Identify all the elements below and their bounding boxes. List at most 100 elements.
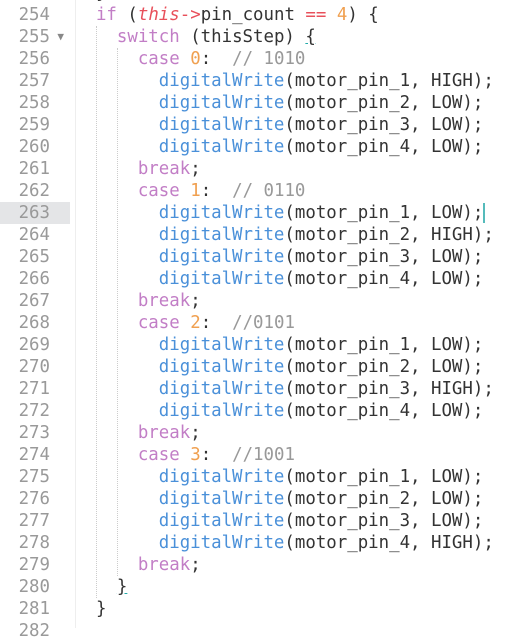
token-brk: { (305, 27, 316, 47)
token-p (75, 269, 159, 289)
code-line[interactable]: 260 digitalWrite(motor_pin_4, LOW); (0, 136, 509, 158)
code-line[interactable]: 255 ▼ switch (thisStep) { (0, 26, 509, 48)
line-number: 275 (18, 467, 50, 487)
token-fn: digitalWrite (158, 269, 285, 289)
token-p (180, 49, 190, 69)
code-text: digitalWrite(motor_pin_2, LOW); (75, 488, 484, 510)
token-fn: digitalWrite (158, 335, 285, 355)
token-fn: digitalWrite (158, 401, 285, 421)
code-line[interactable]: 257 digitalWrite(motor_pin_1, HIGH); (0, 70, 509, 92)
line-number-gutter: 254 (0, 4, 70, 26)
token-p (75, 93, 159, 113)
line-number-gutter: 280 (0, 576, 70, 598)
code-line[interactable]: 263 digitalWrite(motor_pin_1, LOW); (0, 202, 509, 224)
code-line[interactable]: 275 digitalWrite(motor_pin_1, LOW); (0, 466, 509, 488)
line-number: 262 (18, 181, 50, 201)
code-text: break; (75, 158, 201, 180)
code-line[interactable]: 271 digitalWrite(motor_pin_3, HIGH); (0, 378, 509, 400)
code-line[interactable]: 265 digitalWrite(motor_pin_3, LOW); (0, 246, 509, 268)
token-p (326, 5, 336, 25)
token-p: ) { (347, 5, 379, 25)
code-line[interactable]: 262 case 1: // 0110 (0, 180, 509, 202)
line-number-gutter: 255 ▼ (0, 26, 70, 48)
code-line[interactable]: 268 case 2: //0101 (0, 312, 509, 334)
code-line[interactable]: 267 break; (0, 290, 509, 312)
code-line[interactable]: 256 case 0: // 1010 (0, 48, 509, 70)
code-text: switch (thisStep) { (75, 26, 316, 48)
code-line[interactable]: 272 digitalWrite(motor_pin_4, LOW); (0, 400, 509, 422)
token-fn: digitalWrite (158, 115, 285, 135)
token-p (75, 335, 159, 355)
token-p (75, 71, 159, 91)
token-p (75, 291, 138, 311)
line-number: 261 (18, 159, 50, 179)
token-p: (motor_pin_1, LOW); (284, 335, 484, 355)
token-fn: digitalWrite (158, 203, 285, 223)
line-number: 272 (18, 401, 50, 421)
fold-arrow-icon[interactable]: ▼ (57, 26, 64, 48)
token-p: (motor_pin_3, LOW); (284, 115, 484, 135)
code-line[interactable]: 277 digitalWrite(motor_pin_3, LOW); (0, 510, 509, 532)
token-p: (motor_pin_3, LOW); (284, 511, 484, 531)
code-line[interactable]: 273 break; (0, 422, 509, 444)
code-line[interactable]: 281 } (0, 598, 509, 620)
token-fn: digitalWrite (158, 379, 285, 399)
token-p: ; (190, 555, 201, 575)
token-op: == (305, 5, 327, 25)
token-fn: digitalWrite (158, 511, 285, 531)
token-num: 0 (190, 49, 201, 69)
code-line[interactable]: 278 digitalWrite(motor_pin_4, HIGH); (0, 532, 509, 554)
token-kw: break (137, 423, 191, 443)
token-fn: digitalWrite (158, 467, 285, 487)
code-line[interactable]: 282 (0, 620, 509, 642)
token-kw: switch (116, 27, 180, 47)
token-kw: case (137, 181, 180, 201)
line-number-gutter: 281 (0, 598, 70, 620)
token-kw: case (137, 445, 180, 465)
token-fn: digitalWrite (158, 357, 285, 377)
token-p: } (75, 599, 107, 619)
code-line[interactable]: 274 case 3: //1001 (0, 444, 509, 466)
line-number: 267 (18, 291, 50, 311)
code-line[interactable]: 261 break; (0, 158, 509, 180)
token-num: 1 (190, 181, 201, 201)
code-line[interactable]: 266 digitalWrite(motor_pin_4, LOW); (0, 268, 509, 290)
token-p (75, 445, 138, 465)
token-fn: digitalWrite (158, 93, 285, 113)
token-p: (thisStep) (179, 27, 306, 47)
token-p: ; (190, 423, 201, 443)
code-text: } (75, 576, 127, 598)
line-number: 274 (18, 445, 50, 465)
code-text: digitalWrite(motor_pin_3, LOW); (75, 114, 484, 136)
code-line[interactable]: 280 } (0, 576, 509, 598)
token-brk: } (116, 577, 128, 597)
token-fn: digitalWrite (158, 489, 285, 509)
code-text: digitalWrite(motor_pin_1, LOW); (75, 334, 484, 356)
code-line[interactable]: 269 digitalWrite(motor_pin_1, LOW); (0, 334, 509, 356)
code-line[interactable]: 270 digitalWrite(motor_pin_2, LOW); (0, 356, 509, 378)
code-line[interactable]: 264 digitalWrite(motor_pin_2, HIGH); (0, 224, 509, 246)
token-cm: // 1010 (232, 49, 306, 69)
token-p: ; (190, 291, 201, 311)
code-line[interactable]: 254 if (this->pin_count == 4) { (0, 4, 509, 26)
token-kw: case (137, 49, 180, 69)
token-fn: digitalWrite (158, 247, 285, 267)
code-editor[interactable]: 253 }254 if (this->pin_count == 4) {255▼… (0, 0, 509, 642)
token-kw: break (137, 159, 191, 179)
code-line[interactable]: 259 digitalWrite(motor_pin_3, LOW); (0, 114, 509, 136)
code-text: digitalWrite(motor_pin_4, LOW); (75, 268, 484, 290)
line-number-gutter: 260 (0, 136, 70, 158)
line-number-gutter: 267 (0, 290, 70, 312)
token-p: (motor_pin_4, HIGH); (284, 533, 494, 553)
token-p (75, 225, 159, 245)
code-text: digitalWrite(motor_pin_3, LOW); (75, 246, 484, 268)
token-p: (motor_pin_2, LOW); (284, 357, 484, 377)
code-line[interactable]: 258 digitalWrite(motor_pin_2, LOW); (0, 92, 509, 114)
line-number-gutter: 269 (0, 334, 70, 356)
token-p (75, 401, 159, 421)
code-line[interactable]: 279 break; (0, 554, 509, 576)
code-line[interactable]: 276 digitalWrite(motor_pin_2, LOW); (0, 488, 509, 510)
code-text: } (75, 598, 106, 620)
token-p: : (200, 445, 233, 465)
line-number: 258 (18, 93, 50, 113)
